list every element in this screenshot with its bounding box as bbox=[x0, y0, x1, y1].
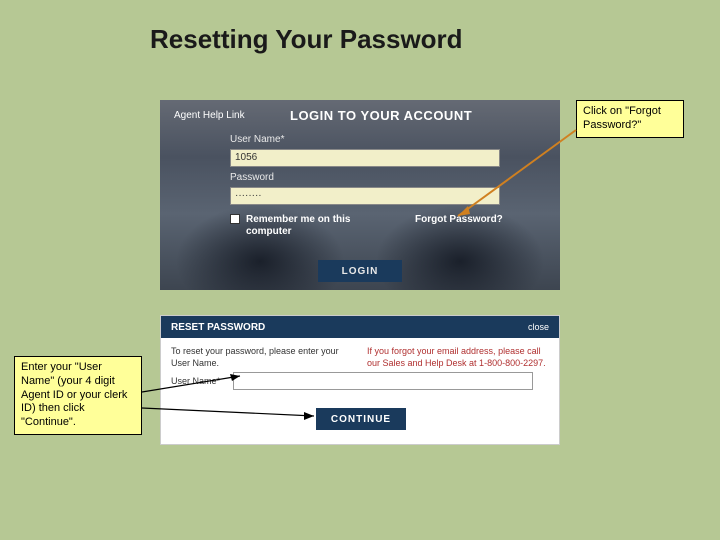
password-label: Password bbox=[230, 172, 500, 183]
reset-password-panel: RESET PASSWORD close To reset your passw… bbox=[160, 315, 560, 445]
continue-button[interactable]: CONTINUE bbox=[316, 408, 406, 430]
reset-username-input[interactable] bbox=[233, 372, 533, 390]
username-label: User Name* bbox=[230, 134, 500, 145]
callout-username: Enter your "User Name" (your 4 digit Age… bbox=[14, 356, 142, 435]
password-input[interactable] bbox=[230, 187, 500, 205]
forgot-password-link[interactable]: Forgot Password? bbox=[415, 214, 503, 225]
remember-checkbox[interactable] bbox=[230, 214, 240, 224]
login-panel: Agent Help Link LOGIN TO YOUR ACCOUNT Us… bbox=[160, 100, 560, 290]
callout-forgot-password: Click on "Forgot Password?" bbox=[576, 100, 684, 138]
reset-header-title: RESET PASSWORD bbox=[171, 322, 265, 333]
reset-instruction: To reset your password, please enter you… bbox=[171, 346, 353, 369]
agent-help-link[interactable]: Agent Help Link bbox=[174, 110, 245, 121]
remember-label: Remember me on this computer bbox=[246, 214, 366, 238]
login-button[interactable]: LOGIN bbox=[318, 260, 402, 282]
reset-username-label: User Name* bbox=[171, 376, 220, 386]
page-title: Resetting Your Password bbox=[150, 24, 463, 55]
username-input[interactable] bbox=[230, 149, 500, 167]
login-heading: LOGIN TO YOUR ACCOUNT bbox=[290, 108, 472, 123]
close-button[interactable]: close bbox=[528, 322, 549, 332]
reset-help-text: If you forgot your email address, please… bbox=[367, 346, 549, 369]
